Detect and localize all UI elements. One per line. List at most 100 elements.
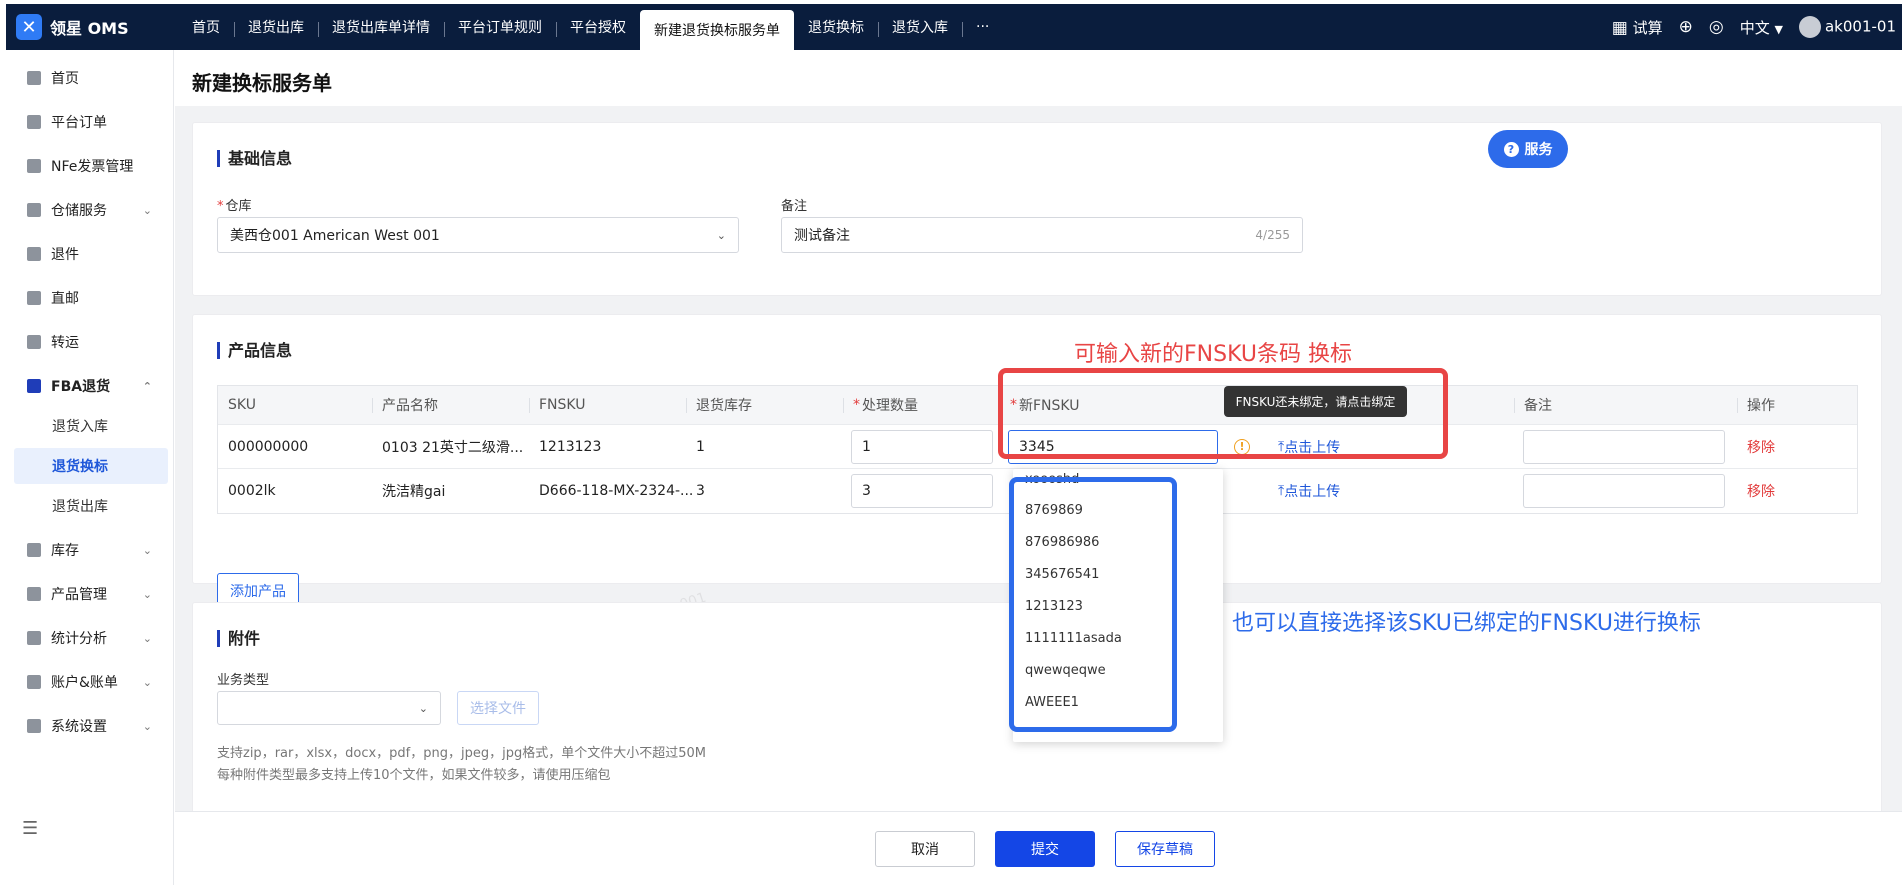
business-type-select[interactable]: ⌄ bbox=[217, 691, 441, 725]
sidebar-item-transfer[interactable]: 转运 bbox=[6, 326, 174, 358]
app-logo[interactable]: ✕ 领星 OMS bbox=[6, 14, 178, 40]
file-format-hint: 支持zip，rar，xlsx，docx，pdf，png，jpeg，jpg格式，单… bbox=[217, 746, 706, 761]
chevron-down-icon: ⌄ bbox=[142, 631, 152, 645]
question-icon: ? bbox=[1503, 141, 1519, 157]
col-fnsku: FNSKU bbox=[529, 386, 686, 424]
sidebar-item-direct-mail[interactable]: 直邮 bbox=[6, 282, 174, 314]
app-name: 领星 OMS bbox=[50, 19, 129, 38]
upload-link[interactable]: ⤒ 点击上传 bbox=[1268, 469, 1340, 513]
sidebar-item-label: 平台订单 bbox=[51, 115, 107, 131]
remove-label: 移除 bbox=[1747, 484, 1775, 500]
choose-file-button[interactable]: 选择文件 bbox=[457, 691, 539, 725]
page-title: 新建换标服务单 bbox=[192, 71, 332, 95]
submit-button[interactable]: 提交 bbox=[995, 831, 1095, 867]
blue-annotation: 也可以直接选择该SKU已绑定的FNSKU进行换标 bbox=[1232, 611, 1701, 636]
sidebar-item-label: 库存 bbox=[51, 543, 79, 559]
tab-return-inbound[interactable]: 退货入库 bbox=[878, 4, 962, 50]
sidebar-item-label: 产品管理 bbox=[51, 587, 107, 603]
process-qty-input[interactable]: 3 bbox=[851, 474, 993, 508]
return-icon bbox=[27, 247, 41, 261]
sidebar-item-nfe-invoice[interactable]: NFe发票管理 bbox=[6, 150, 174, 182]
chevron-down-icon: ⌄ bbox=[142, 675, 152, 689]
tab-more[interactable]: ··· bbox=[962, 4, 1003, 50]
direct-mail-icon bbox=[27, 291, 41, 305]
service-button[interactable]: ? 服务 bbox=[1488, 130, 1568, 168]
process-qty-input[interactable]: 1 bbox=[851, 430, 993, 464]
business-type-label: 业务类型 bbox=[217, 673, 270, 688]
tab-platform-order-rules[interactable]: 平台订单规则 bbox=[444, 4, 556, 50]
sidebar-item-label: 系统设置 bbox=[51, 719, 107, 735]
tab-new-relabel-order[interactable]: 新建退货换标服务单 bbox=[640, 10, 794, 50]
sidebar-item-label: NFe发票管理 bbox=[51, 159, 134, 175]
calc-button[interactable]: ▦ 试算 bbox=[1612, 17, 1663, 38]
inventory-icon bbox=[27, 543, 41, 557]
calculator-icon: ▦ bbox=[1611, 17, 1628, 38]
user-menu[interactable]: ak001-01 bbox=[1798, 16, 1896, 38]
tab-return-relabel[interactable]: 退货换标 bbox=[794, 4, 878, 50]
product-info-title: 产品信息 bbox=[217, 342, 292, 359]
remove-link[interactable]: 移除 bbox=[1737, 469, 1775, 513]
sidebar-item-inventory[interactable]: 库存 ⌄ bbox=[6, 534, 174, 566]
lingxing-logo-icon: ✕ bbox=[16, 14, 42, 40]
remark-input[interactable]: 测试备注 4/255 bbox=[781, 217, 1303, 253]
sidebar-item-system-settings[interactable]: 系统设置 ⌄ bbox=[6, 710, 174, 742]
language-select[interactable]: 中文 ▼ bbox=[1740, 17, 1783, 38]
sidebar-item-warehouse-service[interactable]: 仓储服务 ⌄ bbox=[6, 194, 174, 226]
sidebar-item-platform-orders[interactable]: 平台订单 bbox=[6, 106, 174, 138]
download-icon[interactable]: ⊕ bbox=[1679, 17, 1693, 37]
attachments-title: 附件 bbox=[217, 630, 260, 647]
cancel-button[interactable]: 取消 bbox=[875, 831, 975, 867]
top-right-tools: ▦ 试算 ⊕ ◎ 中文 ▼ ak001-01 bbox=[1612, 4, 1896, 50]
basic-info-card: 基础信息 * 仓库 美西仓001 American West 001 ⌄ 备注 测… bbox=[192, 122, 1882, 296]
collapse-sidebar-icon[interactable]: ☰ bbox=[22, 818, 38, 839]
tab-home[interactable]: 首页 bbox=[178, 4, 234, 50]
tab-return-outbound-detail[interactable]: 退货出库单详情 bbox=[318, 4, 444, 50]
service-button-label: 服务 bbox=[1524, 142, 1553, 158]
stats-icon bbox=[27, 631, 41, 645]
remark-counter: 4/255 bbox=[1255, 228, 1290, 242]
sidebar-item-product-management[interactable]: 产品管理 ⌄ bbox=[6, 578, 174, 610]
chevron-down-icon: ⌄ bbox=[716, 228, 726, 242]
sidebar-sub-return-outbound[interactable]: 退货出库 bbox=[14, 488, 168, 524]
fnsku-cell: 1213123 bbox=[539, 438, 602, 455]
sidebar-sub-return-relabel[interactable]: 退货换标 bbox=[14, 448, 168, 484]
tab-return-outbound[interactable]: 退货出库 bbox=[234, 4, 318, 50]
chevron-down-icon: ⌄ bbox=[142, 587, 152, 601]
save-draft-button[interactable]: 保存草稿 bbox=[1115, 831, 1215, 867]
language-label: 中文 bbox=[1739, 18, 1770, 37]
sidebar-item-account-billing[interactable]: 账户&账单 ⌄ bbox=[6, 666, 174, 698]
chevron-down-icon: ⌄ bbox=[142, 543, 152, 557]
sidebar-item-label: 统计分析 bbox=[51, 631, 107, 647]
sidebar-item-label: FBA退货 bbox=[51, 379, 111, 395]
sidebar-item-label: 直邮 bbox=[51, 291, 79, 307]
return-stock-cell: 3 bbox=[696, 483, 705, 499]
account-icon bbox=[27, 675, 41, 689]
remove-link[interactable]: 移除 bbox=[1737, 425, 1775, 468]
sidebar-sub-return-inbound[interactable]: 退货入库 bbox=[14, 408, 168, 444]
tab-platform-auth[interactable]: 平台授权 bbox=[556, 4, 640, 50]
sidebar-item-statistics[interactable]: 统计分析 ⌄ bbox=[6, 622, 174, 654]
sidebar-item-home[interactable]: 首页 bbox=[6, 62, 174, 94]
transfer-icon bbox=[27, 335, 41, 349]
page-header: 新建换标服务单 bbox=[175, 50, 1902, 106]
sku-cell: 000000000 bbox=[228, 438, 309, 455]
product-name-cell: 0103 21英寸二级滑... bbox=[382, 439, 524, 456]
remark-row-input[interactable] bbox=[1523, 430, 1725, 464]
settings-gear-icon[interactable]: ◎ bbox=[1709, 17, 1724, 37]
red-highlight-box bbox=[998, 368, 1448, 459]
warehouse-select[interactable]: 美西仓001 American West 001 ⌄ bbox=[217, 217, 739, 253]
avatar bbox=[1798, 16, 1821, 38]
file-count-hint: 每种附件类型最多支持上传10个文件，如果文件较多，请使用压缩包 bbox=[217, 768, 611, 783]
col-process-qty-text: 处理数量 bbox=[862, 398, 918, 414]
fnsku-cell: D666-118-MX-2324-... bbox=[539, 483, 694, 499]
invoice-icon bbox=[27, 159, 41, 173]
col-sku: SKU bbox=[228, 397, 256, 413]
home-icon bbox=[27, 71, 41, 85]
remark-label: 备注 bbox=[781, 199, 808, 214]
settings-icon bbox=[27, 719, 41, 733]
calc-label: 试算 bbox=[1632, 18, 1663, 37]
remark-row-input[interactable] bbox=[1523, 474, 1725, 508]
sidebar-item-returns[interactable]: 退件 bbox=[6, 238, 174, 270]
sidebar-item-fba-returns[interactable]: FBA退货 ⌃ bbox=[6, 370, 174, 402]
user-name: ak001-01 bbox=[1824, 17, 1896, 36]
